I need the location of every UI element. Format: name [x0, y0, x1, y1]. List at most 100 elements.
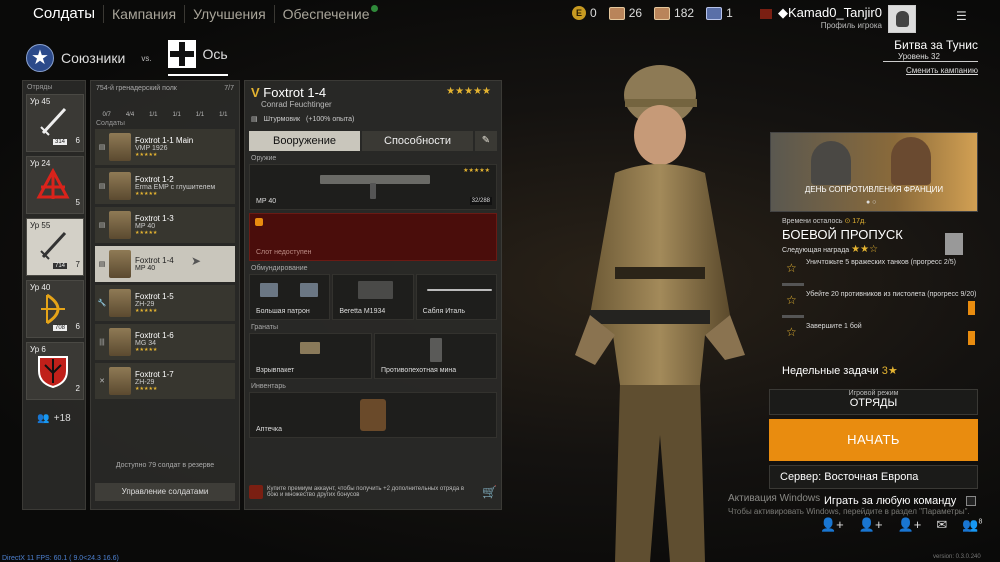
task-progress: [782, 315, 804, 318]
soldier-row[interactable]: ▤ Foxtrot 1-2 Erma EMP с глушителем ★★★★★: [95, 168, 235, 204]
sword-icon: [40, 107, 67, 136]
main-nav: Солдаты Кампания Улучшения Обеспечение: [0, 0, 386, 28]
tab-soldiers[interactable]: Солдаты: [0, 5, 105, 23]
carousel-dots[interactable]: ● ○: [866, 199, 876, 206]
soldier-portrait: [109, 133, 131, 161]
tab-armament[interactable]: Вооружение: [249, 131, 360, 151]
add-friend-icon[interactable]: 👤+: [898, 517, 922, 533]
soldier-row[interactable]: 🔧 Foxtrot 1-5 ZH-29 ★★★★★: [95, 285, 235, 321]
primary-weapon-slot[interactable]: ★★★★★ MP 40 32/288: [249, 164, 497, 210]
tab-campaign[interactable]: Кампания: [104, 5, 186, 23]
tab-supply[interactable]: Обеспечение: [275, 5, 386, 23]
any-team-checkbox[interactable]: [966, 496, 977, 506]
squad-card[interactable]: Ур 45 314 6: [26, 94, 84, 152]
notification-dot: [370, 5, 378, 12]
squad-card-selected[interactable]: Ур 55 714 7: [26, 218, 84, 276]
allies-star-icon[interactable]: ★: [26, 44, 54, 72]
rating-stars: ★★★★★: [446, 86, 491, 97]
soldiers-title: Солдаты: [96, 120, 125, 127]
regiment-name: 754-й гренадерский полк: [96, 85, 177, 92]
avatar[interactable]: [887, 5, 916, 33]
soldier-row-selected[interactable]: ▤ Foxtrot 1-4 MP 40 ➤: [95, 246, 235, 282]
squad-number: 708: [53, 325, 68, 331]
equipment-label: Большая патрон: [256, 308, 310, 315]
task-progress: [782, 283, 804, 286]
add-friend-icon[interactable]: 👤+: [859, 517, 883, 533]
soldier-name: Foxtrot 1-7: [135, 370, 174, 379]
menu-icon[interactable]: ☰: [956, 9, 968, 23]
start-button[interactable]: НАЧАТЬ: [769, 419, 978, 461]
card-icon: [608, 6, 625, 20]
time-left: Времени осталось ⊙ 17д.: [770, 215, 978, 227]
task-label: Уничтожьте 5 вражеских танков (прогресс …: [806, 259, 956, 266]
any-team-toggle[interactable]: Играть за любую команду: [824, 495, 977, 507]
equipment-row: Большая патрон Beretta M1934 Сабля Италь: [249, 274, 497, 320]
task-label: Завершите 1 бой: [806, 323, 862, 330]
cart-icon[interactable]: 🛒: [482, 485, 497, 499]
class-icon: |||: [99, 338, 105, 346]
inventory-slot[interactable]: Аптечка: [249, 392, 497, 438]
pouch-image: [300, 283, 318, 297]
bookmark-icon: [968, 331, 975, 345]
soldier-row[interactable]: ✕ Foxtrot 1-7 ZH-29 ★★★★★: [95, 363, 235, 399]
soldier-row[interactable]: ▤ Foxtrot 1-1 Main VMP 1926 ★★★★★: [95, 129, 235, 165]
social-bar: 👤+ 👤+ 👤+ ✉ 👥8: [820, 517, 982, 533]
equipment-slot[interactable]: Большая патрон: [249, 274, 331, 320]
squad-card[interactable]: Ур 40 708 6: [26, 280, 84, 338]
axis-tab[interactable]: Ось: [167, 40, 228, 76]
soldier-name: Foxtrot 1-1 Main: [135, 136, 194, 145]
more-squads-count: +18: [53, 412, 71, 424]
grenade-slot[interactable]: Противопехотная мина: [374, 333, 497, 379]
soldier-row[interactable]: ||| Foxtrot 1-6 MG 34 ★★★★★: [95, 324, 235, 360]
change-campaign-link[interactable]: Сменить кампанию: [868, 66, 978, 75]
event-title: ДЕНЬ СОПРОТИВЛЕНИЯ ФРАНЦИИ: [804, 185, 944, 194]
axis-label: Ось: [202, 46, 228, 62]
soldier-weapon: ZH-29: [135, 301, 155, 308]
grenade-slot[interactable]: Взрывпакет: [249, 333, 372, 379]
task-item: ☆ Уничтожьте 5 вражеских танков (прогресс…: [770, 259, 978, 289]
card2-count: 182: [674, 6, 695, 20]
soldiers-panel: 754-й гренадерский полк 7/7 0/7 4/4 1/1 1…: [90, 80, 240, 510]
weekly-tasks[interactable]: Недельные задачи 3★: [782, 364, 898, 377]
inventory-label: Аптечка: [256, 426, 283, 433]
star-icon: ☆: [786, 325, 797, 339]
more-squads-button[interactable]: 👥 +18: [23, 406, 85, 430]
squad-number: 714: [53, 263, 68, 269]
add-friend-icon[interactable]: 👤+: [820, 517, 844, 533]
reward-portrait[interactable]: [945, 233, 963, 255]
version-label: version: 0.3.0.240: [933, 554, 981, 560]
server-select[interactable]: Сервер: Восточная Европа: [769, 465, 978, 489]
equipment-label: Beretta M1934: [339, 308, 386, 315]
bow-icon: [41, 293, 65, 325]
grenade-row: Взрывпакет Противопехотная мина: [249, 333, 497, 379]
mail-icon[interactable]: ✉: [936, 517, 947, 533]
tab-abilities[interactable]: Способности: [362, 131, 473, 151]
rank-mark: V: [251, 85, 260, 100]
pistol-image: [358, 281, 394, 299]
group-icon[interactable]: 👥8: [962, 517, 982, 533]
premium-promo[interactable]: Купите премиум аккаунт, чтобы получить +…: [249, 479, 497, 505]
class-icon: 🔧: [97, 300, 107, 307]
equipment-slot[interactable]: Сабля Италь: [415, 274, 497, 320]
windows-activation: Активация Windows: [728, 493, 821, 504]
squad-capacity: 7/7: [224, 85, 234, 92]
grenade-label: Взрывпакет: [256, 367, 295, 374]
soldier-row[interactable]: ▤ Foxtrot 1-3 MP 40 ★★★★★: [95, 207, 235, 243]
equipment-slot[interactable]: Beretta M1934: [332, 274, 414, 320]
squad-card[interactable]: Ур 24 5: [26, 156, 84, 214]
allies-label[interactable]: Союзники: [61, 50, 125, 66]
event-banner[interactable]: ДЕНЬ СОПРОТИВЛЕНИЯ ФРАНЦИИ ● ○: [770, 132, 978, 212]
cursor-icon: ➤: [191, 254, 202, 268]
notification-count: 8: [978, 518, 983, 526]
squad-count: 6: [75, 322, 80, 331]
squad-count: 2: [75, 384, 80, 393]
gold-icon: E: [572, 6, 586, 20]
squad-card[interactable]: Ур 6 2: [26, 342, 84, 400]
tab-upgrades[interactable]: Улучшения: [185, 5, 275, 23]
next-reward-label: Следующая награда: [782, 247, 850, 254]
battle-pass: Времени осталось ⊙ 17д. БОЕВОЙ ПРОПУСК С…: [770, 215, 978, 353]
user-profile[interactable]: ◆Kamad0_Tanjir0 Профиль игрока: [760, 5, 916, 33]
manage-soldiers-button[interactable]: Управление солдатами: [95, 483, 235, 501]
pencil-icon[interactable]: ✎: [475, 131, 497, 151]
game-mode-select[interactable]: Игровой режим ОТРЯДЫ: [769, 389, 978, 415]
